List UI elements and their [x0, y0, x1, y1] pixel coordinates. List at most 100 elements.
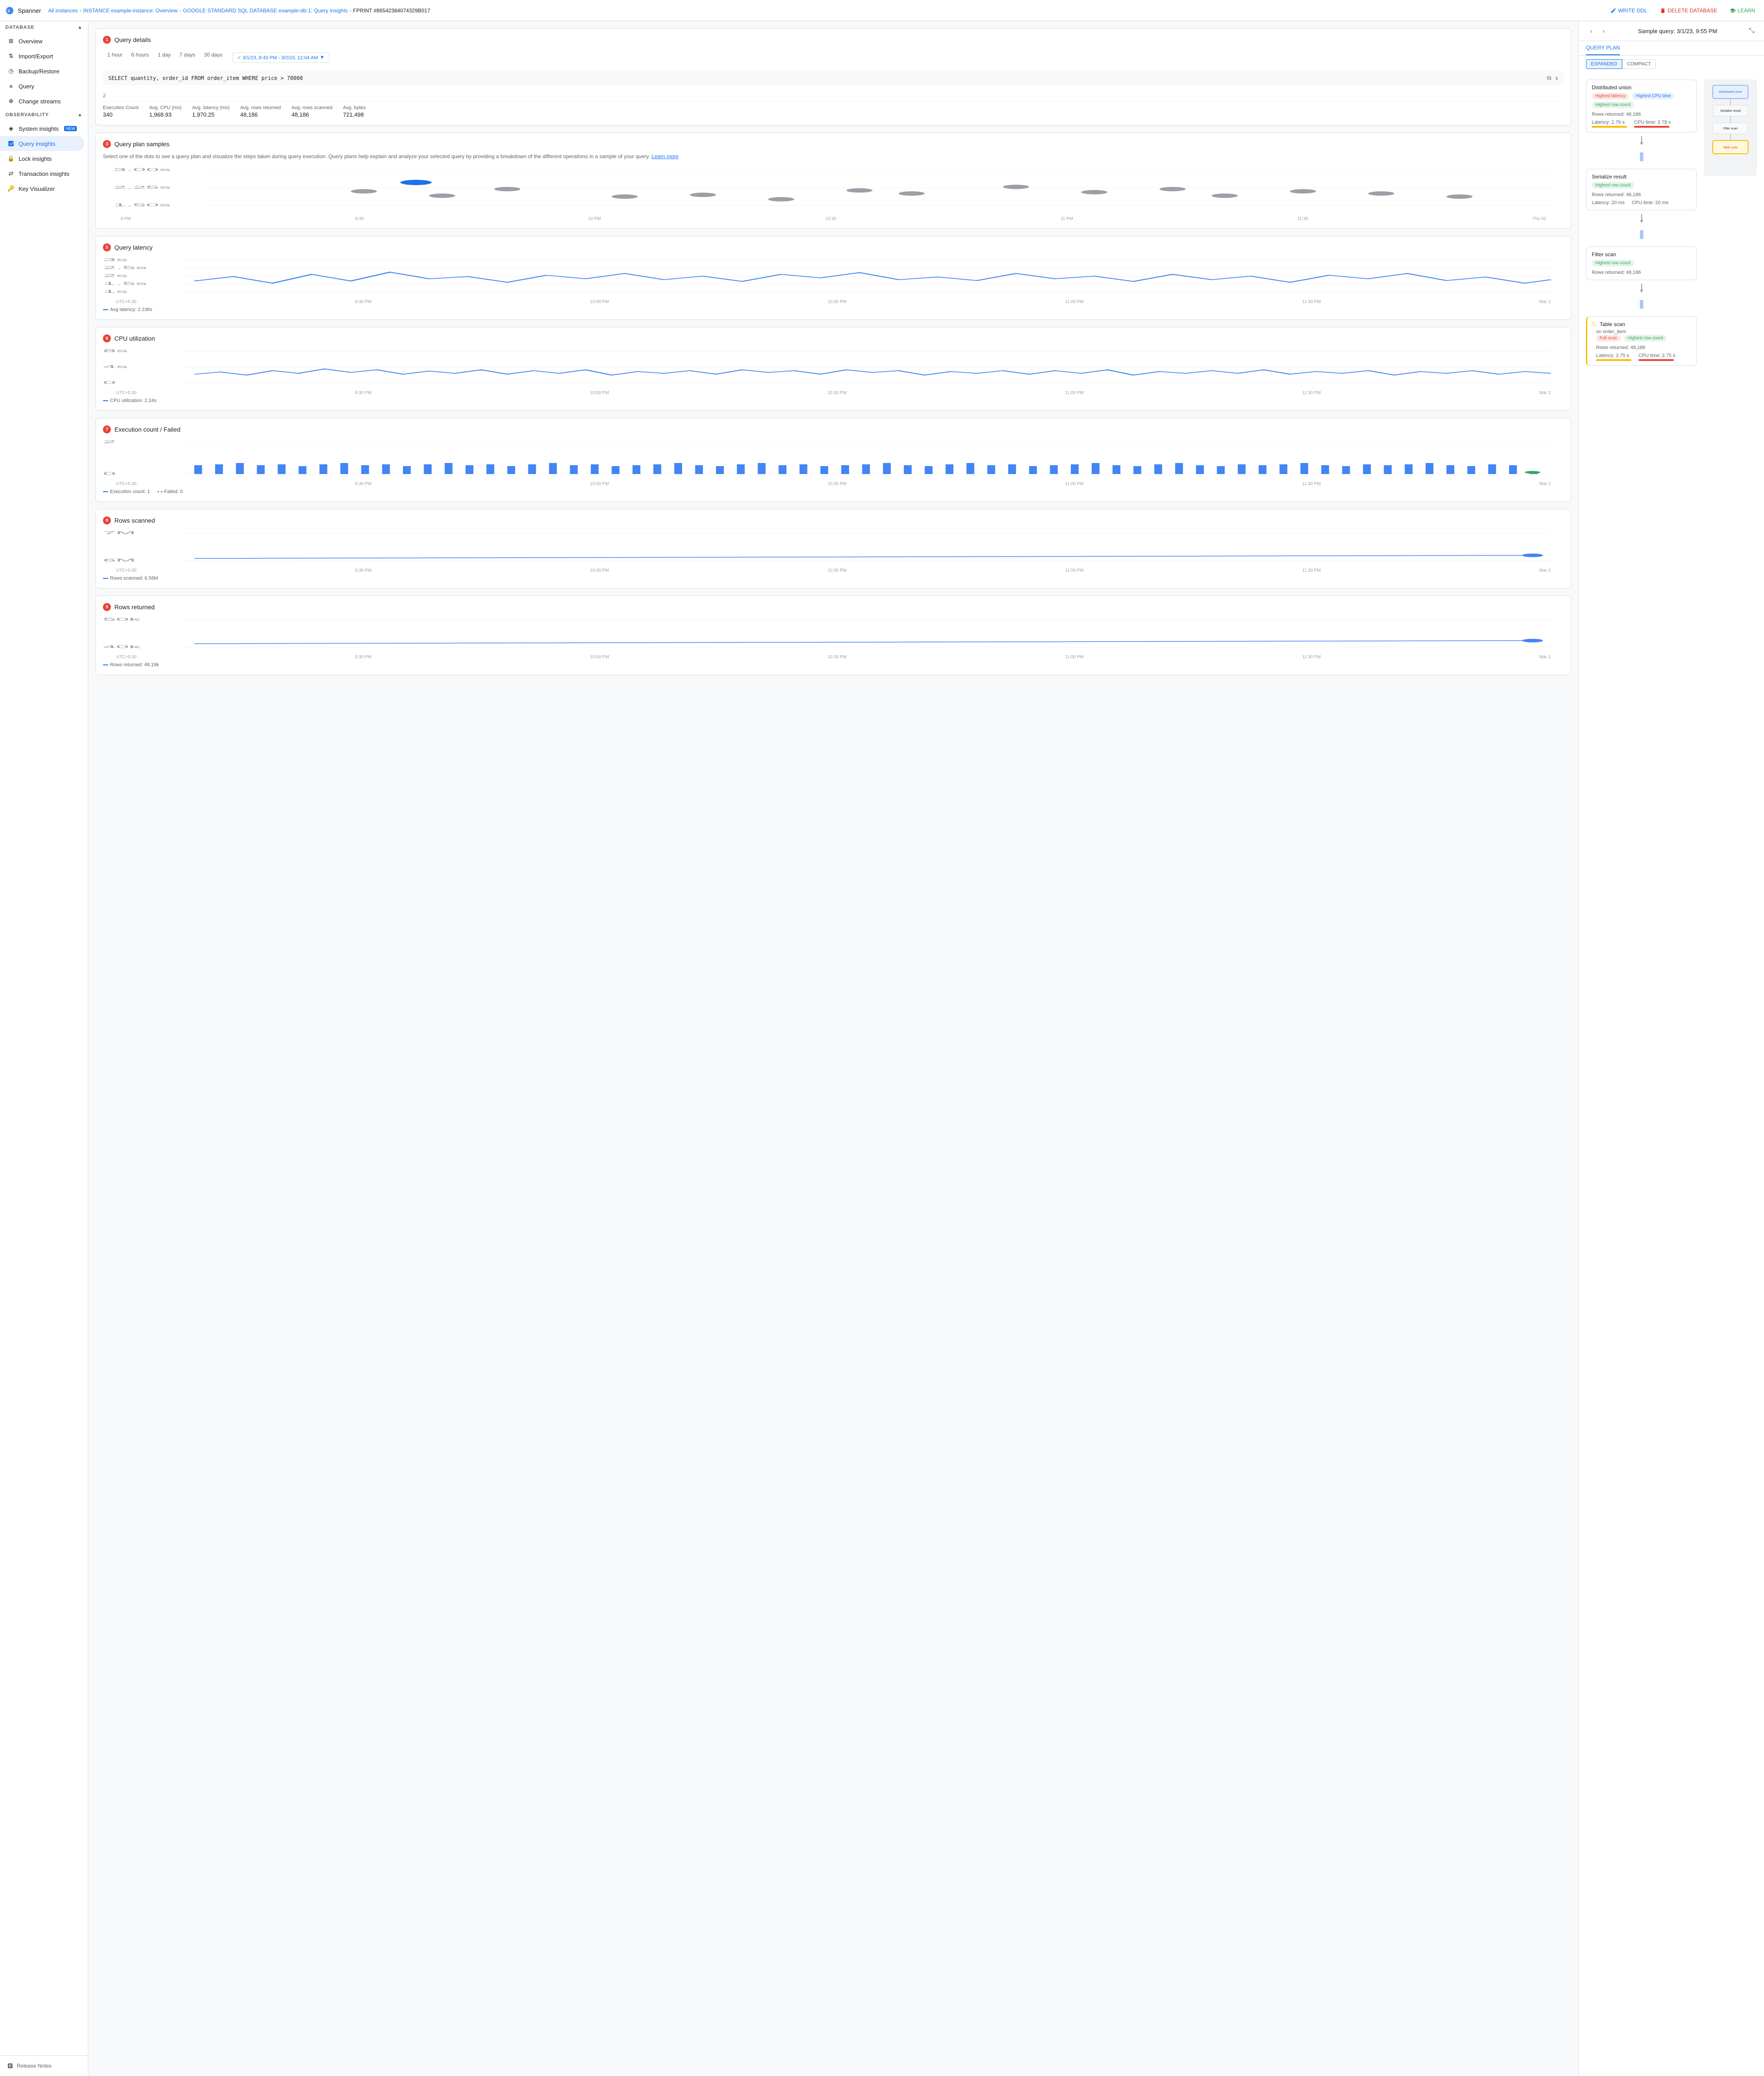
- exec-legends: Execution count: 1 Failed: 0: [103, 486, 1564, 494]
- delete-database-button[interactable]: DELETE DATABASE: [1656, 6, 1721, 15]
- node4-sub: on order_item: [1596, 329, 1691, 334]
- node2-metrics: Latency: 20 ms CPU time: 20 ms: [1592, 200, 1691, 205]
- scatter-point-selected[interactable]: [400, 180, 432, 185]
- svg-text:Serialize result: Serialize result: [1720, 110, 1741, 113]
- exec-count-chart: 2 0: [103, 439, 1564, 478]
- compact-view-button[interactable]: COMPACT: [1622, 59, 1656, 69]
- rows-returned-legend: Rows returned: 48.19k: [103, 662, 1564, 668]
- key-icon: 🔑: [7, 185, 15, 193]
- expanded-view-button[interactable]: EXPANDED: [1586, 59, 1622, 69]
- breadcrumb-instance[interactable]: INSTANCE example-instance: Overview: [83, 8, 178, 14]
- tab-1day[interactable]: 1 day: [153, 49, 175, 61]
- notes-icon: [7, 2063, 13, 2069]
- right-panel: ‹ › Sample query: 3/1/23, 9:55 PM ⤡ QUER…: [1578, 21, 1764, 2076]
- svg-text:3.00s: 3.00s: [114, 167, 171, 172]
- expand-sql-button[interactable]: ⇕: [1555, 75, 1559, 82]
- copy-sql-button[interactable]: ⧉: [1547, 75, 1552, 82]
- rows-scanned-chart: 7M 6M: [103, 530, 1564, 565]
- node3-rows: Rows returned: 48,186: [1592, 270, 1691, 275]
- sidebar-item-backup-restore[interactable]: ◷ Backup/Restore: [0, 64, 84, 79]
- sidebar-item-overview[interactable]: ⊞ Overview: [0, 34, 84, 49]
- sidebar-item-system-insights[interactable]: ◈ System insights NEW: [0, 121, 84, 136]
- sample-query-title: Sample query: 3/1/23, 9:55 PM: [1638, 28, 1717, 34]
- backup-icon: ◷: [7, 67, 15, 75]
- scatter-point[interactable]: [1290, 189, 1316, 194]
- query-plan-samples-title: 3 Query plan samples: [103, 140, 1564, 148]
- svg-text:8s: 8s: [103, 349, 128, 353]
- breadcrumb-all-instances[interactable]: All instances: [48, 8, 78, 14]
- query-insights-icon: [7, 140, 15, 148]
- sidebar-item-query-insights[interactable]: Query insights: [0, 136, 84, 151]
- write-ddl-label: WRITE DDL: [1618, 8, 1647, 14]
- learn-button[interactable]: LEARN: [1726, 6, 1759, 15]
- tab-query-plan[interactable]: QUERY PLAN: [1586, 41, 1620, 55]
- write-ddl-button[interactable]: WRITE DDL: [1607, 6, 1651, 15]
- cpu-bar-1: [1634, 126, 1669, 128]
- rows-scanned-section: 8 Rows scanned 7M 6M UTC+5:30 9:30 PM 10…: [95, 509, 1571, 588]
- svg-text:S: S: [8, 8, 10, 13]
- lock-icon: 🔒: [7, 155, 15, 163]
- breadcrumb: All instances › INSTANCE example-instanc…: [48, 8, 1607, 14]
- scatter-point[interactable]: [351, 189, 377, 194]
- rows-scanned-title: 8 Rows scanned: [103, 516, 1564, 524]
- scatter-point[interactable]: [690, 193, 716, 197]
- expand-panel-button[interactable]: ⤡: [1746, 26, 1757, 36]
- query-icon: ≡: [7, 82, 15, 90]
- date-range-selector[interactable]: ✓ 3/1/23, 8:43 PM - 3/2/23, 12:04 AM ▼: [232, 53, 330, 63]
- right-panel-header: ‹ › Sample query: 3/1/23, 9:55 PM ⤡: [1579, 21, 1764, 41]
- query-latency-section: 5 Query latency 3s 2.5s 2s 1.5s 1s: [95, 236, 1571, 320]
- scatter-point[interactable]: [1212, 194, 1238, 198]
- release-notes-item[interactable]: Release Notes: [5, 2059, 83, 2072]
- exec-count-legend: Execution count: 1: [103, 489, 150, 494]
- connector-2: [1641, 214, 1642, 223]
- node2-rows: Rows returned: 48,186: [1592, 192, 1691, 197]
- sidebar-db-section[interactable]: DATABASE ▲: [0, 21, 88, 34]
- cpu-legend: CPU utilization: 2.24s: [103, 398, 1564, 403]
- tab-30days[interactable]: 30 days: [200, 49, 227, 61]
- exec-count-title: 7 Execution count / Failed: [103, 425, 1564, 433]
- sidebar-item-transaction-insights[interactable]: ⇄ Transaction insights: [0, 166, 84, 181]
- badge-full-scan: Full scan: [1596, 335, 1621, 342]
- scatter-point[interactable]: [1160, 187, 1186, 191]
- sidebar-item-lock-insights[interactable]: 🔒 Lock insights: [0, 151, 84, 166]
- scatter-point[interactable]: [429, 194, 455, 198]
- scatter-point[interactable]: [899, 191, 925, 196]
- plan-node-serialize-result: Serialize result Highest row count Rows …: [1586, 169, 1697, 210]
- breadcrumb-database[interactable]: GOOGLE STANDARD SQL DATABASE example-db-…: [183, 8, 348, 14]
- metric-avg-bytes: Avg. bytes 721,498: [343, 105, 366, 118]
- scatter-point[interactable]: [768, 197, 794, 201]
- cpu-util-title: 6 CPU utilization: [103, 334, 1564, 342]
- learn-more-link[interactable]: Learn more: [652, 153, 679, 159]
- sidebar-item-change-streams[interactable]: ⊕ Change streams: [0, 94, 84, 109]
- sidebar-item-query[interactable]: ≡ Query: [0, 79, 84, 94]
- scatter-point[interactable]: [1003, 185, 1029, 189]
- new-badge: NEW: [64, 126, 77, 131]
- svg-text:1.50s: 1.50s: [114, 203, 171, 207]
- plan-tree: Distributed union Highest latency Highes…: [1586, 80, 1697, 2069]
- next-sample-button[interactable]: ›: [1598, 26, 1609, 36]
- query-plan-desc: Select one of the dots to see a query pl…: [103, 153, 1564, 159]
- scatter-point[interactable]: [1368, 191, 1394, 196]
- delete-database-label: DELETE DATABASE: [1668, 8, 1717, 14]
- sidebar-obs-section[interactable]: OBSERVABILITY ▲: [0, 109, 88, 121]
- tab-7days[interactable]: 7 days: [175, 49, 199, 61]
- sidebar-item-key-visualizer[interactable]: 🔑 Key Visualizer: [0, 181, 84, 196]
- scatter-point[interactable]: [1081, 190, 1108, 194]
- sql-query-row: SELECT quantity, order_id FROM order_ite…: [103, 71, 1564, 85]
- tab-6hours[interactable]: 6 hours: [127, 49, 153, 61]
- transaction-icon: ⇄: [7, 170, 15, 178]
- app-name: Spanner: [18, 7, 41, 14]
- scatter-point[interactable]: [612, 194, 638, 199]
- svg-text:2.5s: 2.5s: [103, 266, 147, 270]
- prev-sample-button[interactable]: ‹: [1586, 26, 1597, 36]
- latency-x-labels: UTC+5:30 9:30 PM 10:00 PM 10:30 PM 11:00…: [103, 300, 1564, 304]
- scatter-point[interactable]: [846, 188, 873, 193]
- scatter-point[interactable]: [1446, 194, 1472, 199]
- svg-text:0: 0: [103, 471, 116, 476]
- sidebar-item-import-export[interactable]: ⇅ Import/Export: [0, 49, 84, 64]
- sql-text: SELECT quantity, order_id FROM order_ite…: [108, 75, 1544, 81]
- svg-text:Distributed union: Distributed union: [1719, 91, 1742, 94]
- tab-1hour[interactable]: 1 hour: [103, 49, 127, 61]
- app-logo: S Spanner: [5, 6, 41, 15]
- scatter-point[interactable]: [494, 187, 520, 191]
